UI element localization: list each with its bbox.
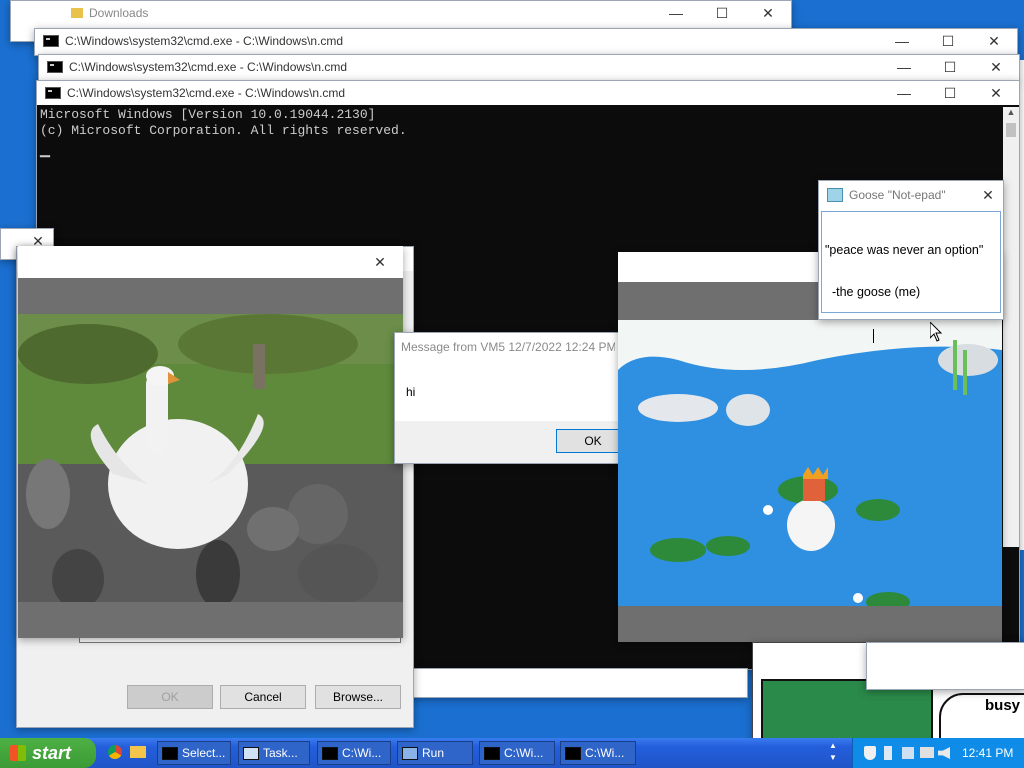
clock[interactable]: 12:41 PM (962, 746, 1013, 760)
mouse-cursor-icon (930, 322, 943, 342)
close-icon[interactable]: ✕ (745, 5, 791, 22)
task-manager-icon (243, 746, 259, 760)
busy-text: busy (985, 697, 1021, 714)
goose-video-frame (18, 314, 403, 602)
cmd-title-1: C:\Windows\system32\cmd.exe - C:\Windows… (65, 34, 344, 48)
message-box[interactable]: Message from VM5 12/7/2022 12:24 PM ✕ hi… (394, 332, 646, 464)
taskbar-item[interactable]: Run (397, 741, 473, 765)
background-window-bottom-right-2[interactable] (866, 642, 1024, 690)
taskbar-item[interactable]: C:\Wi... (317, 741, 391, 765)
minimize-icon[interactable]: — (881, 59, 927, 75)
windows-logo-icon (10, 745, 26, 761)
taskbar-item[interactable]: C:\Wi... (560, 741, 636, 765)
cmd-title-2: C:\Windows\system32\cmd.exe - C:\Windows… (69, 60, 348, 74)
notepad-line: -the goose (me) (825, 285, 921, 299)
network-icon[interactable] (920, 747, 934, 758)
goose-notepad-window[interactable]: Goose "Not-epad" ✕ "peace was never an o… (818, 180, 1004, 343)
folder-icon[interactable] (130, 746, 146, 758)
taskbar-scroll-arrows[interactable]: ▲ ▼ (826, 740, 840, 766)
taskbar-item[interactable]: Select... (157, 741, 231, 765)
notepad-line: "peace was never an option" (825, 243, 984, 257)
console-line: (c) Microsoft Corporation. All rights re… (40, 123, 407, 138)
scrollbar[interactable]: ▲ (1003, 107, 1019, 547)
notepad-title: Goose "Not-epad" (849, 188, 946, 202)
taskbar-item[interactable]: Task... (238, 741, 310, 765)
browser-icon[interactable] (108, 745, 122, 759)
minimize-icon[interactable]: — (653, 5, 699, 21)
maximize-icon[interactable]: ☐ (927, 59, 973, 76)
folder-icon (71, 8, 83, 18)
cmd-icon (484, 746, 500, 760)
close-icon[interactable]: ✕ (357, 254, 403, 271)
cmd-icon (45, 87, 61, 99)
usb-icon[interactable] (884, 746, 892, 760)
cmd-window-1[interactable]: C:\Windows\system32\cmd.exe - C:\Windows… (34, 28, 1018, 56)
cmd-title-3: C:\Windows\system32\cmd.exe - C:\Windows… (67, 86, 346, 100)
browse-button[interactable]: Browse... (315, 685, 401, 709)
goose-video-window[interactable]: ✕ (18, 246, 403, 638)
taskbar-item[interactable]: C:\Wi... (479, 741, 555, 765)
close-icon[interactable]: ✕ (973, 85, 1019, 102)
message-title: Message from VM5 12/7/2022 12:24 PM (401, 340, 615, 354)
cmd-icon (322, 746, 338, 760)
maximize-icon[interactable]: ☐ (699, 5, 745, 22)
minimize-icon[interactable]: — (881, 85, 927, 101)
notepad-textarea[interactable]: "peace was never an option" -the goose (… (821, 211, 1001, 343)
cancel-button[interactable]: Cancel (220, 685, 306, 709)
background-window-lower[interactable] (396, 668, 748, 698)
ok-button[interactable]: OK (127, 685, 213, 709)
message-text: hi (406, 385, 416, 399)
console-line: Microsoft Windows [Version 10.0.19044.21… (40, 107, 376, 122)
close-icon[interactable]: ✕ (971, 33, 1017, 50)
explorer-title: Downloads (89, 6, 149, 20)
console-cursor: ▁ (40, 143, 50, 158)
close-icon[interactable]: ✕ (973, 187, 1003, 204)
cmd-window-2[interactable]: C:\Windows\system32\cmd.exe - C:\Windows… (38, 54, 1020, 82)
cmd-icon (47, 61, 63, 73)
notepad-icon (827, 188, 843, 202)
maximize-icon[interactable]: ☐ (925, 33, 971, 50)
minimize-icon[interactable]: — (879, 33, 925, 49)
cmd-icon (162, 746, 178, 760)
maximize-icon[interactable]: ☐ (927, 85, 973, 102)
shield-icon[interactable] (864, 746, 876, 760)
cmd-icon (565, 746, 581, 760)
close-icon[interactable]: ✕ (973, 59, 1019, 76)
text-cursor (873, 329, 874, 343)
run-icon (402, 746, 418, 760)
display-icon[interactable] (902, 747, 914, 759)
start-button[interactable]: start (0, 738, 96, 768)
start-label: start (32, 742, 72, 763)
message-body-area: hi (395, 361, 645, 421)
cmd-icon (43, 35, 59, 47)
